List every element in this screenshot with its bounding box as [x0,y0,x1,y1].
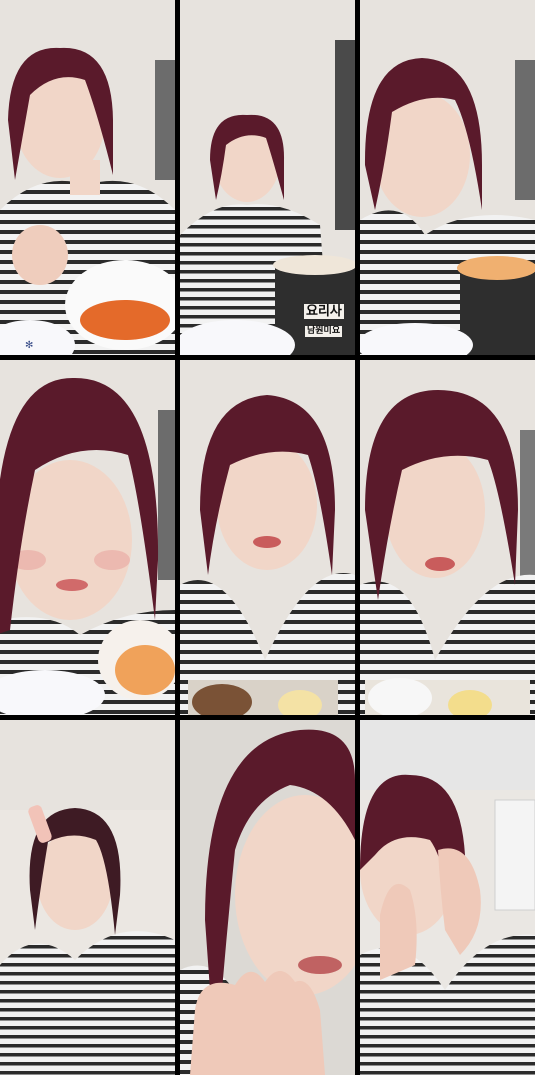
tile-3-image [360,0,535,355]
photo-tile-9 [360,720,535,1075]
package-label-1: 요리사 [304,304,344,319]
photo-tile-6 [360,360,535,715]
tile-4-image [0,360,175,715]
tile-7-image [0,720,175,1075]
tile-9-image [360,720,535,1075]
svg-text:✻: ✻ [25,340,33,351]
tile-6-image [360,360,535,715]
tile-2-image [180,0,355,355]
tile-5-image [180,360,355,715]
photo-tile-5 [180,360,355,715]
photo-tile-2: 요리사 남원미요 [180,0,355,355]
tile-8-image [180,720,355,1075]
package-label-2: 남원미요 [305,326,343,337]
tile-1-image: ✻ [0,0,175,355]
photo-tile-8 [180,720,355,1075]
photo-tile-4 [0,360,175,715]
photo-tile-1: ✻ [0,0,175,355]
photo-tile-7 [0,720,175,1075]
photo-collage: ✻ 요리사 남원미요 [0,0,535,1075]
photo-tile-3 [360,0,535,355]
